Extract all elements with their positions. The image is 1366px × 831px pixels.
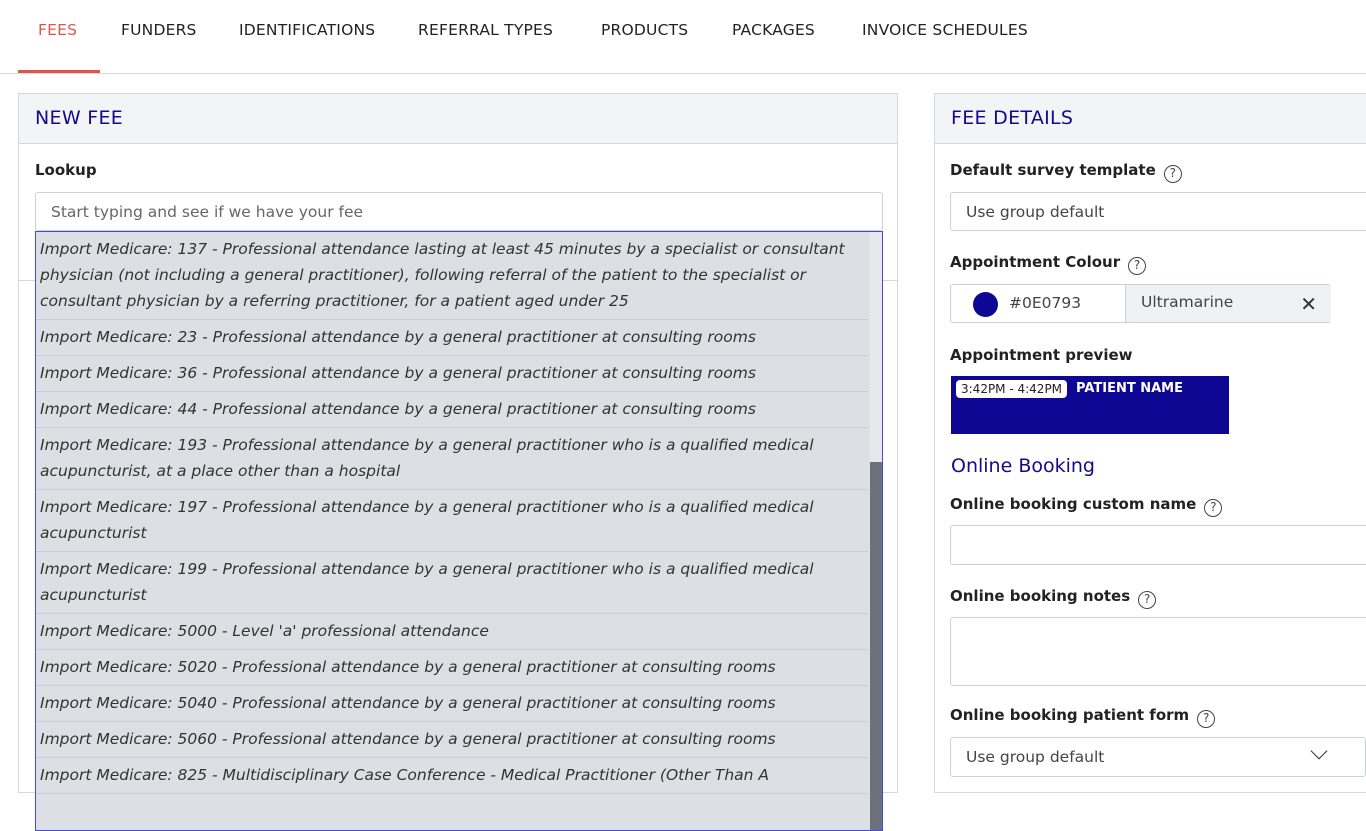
tab-bar: FEES FUNDERS IDENTIFICATIONS REFERRAL TY…	[0, 0, 1366, 74]
preview-patient-name: PATIENT NAME	[1076, 381, 1184, 396]
online-booking-title: Online Booking	[951, 455, 1095, 477]
online-booking-notes-textarea[interactable]	[950, 617, 1366, 686]
appointment-preview-label: Appointment preview	[950, 346, 1133, 364]
help-icon[interactable]: ?	[1128, 257, 1147, 275]
patient-form-label-text: Online booking patient form	[950, 706, 1190, 724]
fee-details-title: FEE DETAILS	[935, 94, 1366, 144]
online-booking-custom-name-input[interactable]	[950, 525, 1366, 565]
close-icon[interactable]: ✕	[1300, 292, 1317, 316]
lookup-label: Lookup	[35, 161, 97, 179]
active-tab-indicator	[18, 70, 100, 73]
lookup-placeholder: Start typing and see if we have your fee	[51, 202, 364, 221]
lookup-result-item[interactable]: Import Medicare: 5000 - Level 'a' profes…	[36, 614, 868, 650]
tab-referral-types[interactable]: REFERRAL TYPES	[418, 0, 553, 73]
help-icon[interactable]: ?	[1197, 710, 1216, 728]
appointment-colour-picker[interactable]: #0E0793 Ultramarine ✕	[950, 284, 1331, 323]
colour-name-field: Ultramarine ✕	[1125, 285, 1331, 322]
notes-label-text: Online booking notes	[950, 587, 1131, 605]
help-icon[interactable]: ?	[1204, 499, 1223, 517]
appointment-preview: 3:42PM - 4:42PM PATIENT NAME	[951, 376, 1229, 434]
lookup-result-item[interactable]: Import Medicare: 5060 - Professional att…	[36, 722, 868, 758]
scrollbar-thumb[interactable]	[870, 462, 882, 830]
appointment-colour-label-text: Appointment Colour	[950, 253, 1121, 271]
tab-identifications[interactable]: IDENTIFICATIONS	[239, 0, 375, 73]
online-booking-notes-label: Online booking notes?	[950, 587, 1157, 609]
custom-name-label-text: Online booking custom name	[950, 495, 1197, 513]
help-icon[interactable]: ?	[1138, 591, 1157, 609]
fee-details-panel: FEE DETAILS Default survey template? Use…	[934, 93, 1366, 793]
patient-form-value: Use group default	[966, 748, 1105, 766]
survey-template-label-text: Default survey template	[950, 161, 1156, 179]
tab-funders[interactable]: FUNDERS	[121, 0, 197, 73]
tab-packages[interactable]: PACKAGES	[732, 0, 815, 73]
lookup-result-item[interactable]: Import Medicare: 197 - Professional atte…	[36, 490, 868, 552]
colour-swatch[interactable]	[973, 292, 998, 317]
preview-time: 3:42PM - 4:42PM	[956, 380, 1068, 398]
lookup-result-item[interactable]: Import Medicare: 44 - Professional atten…	[36, 392, 868, 428]
lookup-result-item[interactable]: Import Medicare: 36 - Professional atten…	[36, 356, 868, 392]
online-booking-custom-name-label: Online booking custom name?	[950, 495, 1223, 517]
tab-invoice-schedules[interactable]: INVOICE SCHEDULES	[862, 0, 1028, 73]
tab-fees[interactable]: FEES	[38, 0, 77, 73]
tab-products[interactable]: PRODUCTS	[601, 0, 688, 73]
lookup-result-item[interactable]: Import Medicare: 137 - Professional atte…	[36, 232, 868, 320]
colour-hex-value: #0E0793	[1009, 294, 1082, 312]
survey-template-select[interactable]: Use group default	[950, 192, 1366, 231]
lookup-input[interactable]: Start typing and see if we have your fee	[35, 192, 883, 231]
lookup-result-item[interactable]: Import Medicare: 199 - Professional atte…	[36, 552, 868, 614]
scrollbar[interactable]	[870, 232, 882, 830]
lookup-results-list: Import Medicare: 137 - Professional atte…	[35, 231, 883, 831]
lookup-result-item[interactable]: Import Medicare: 825 - Multidisciplinary…	[36, 758, 868, 794]
online-booking-patient-form-label: Online booking patient form?	[950, 706, 1216, 728]
lookup-result-item[interactable]: Import Medicare: 5040 - Professional att…	[36, 686, 868, 722]
appointment-colour-label: Appointment Colour?	[950, 253, 1147, 275]
online-booking-patient-form-select[interactable]: Use group default	[950, 737, 1366, 777]
new-fee-title: NEW FEE	[19, 94, 897, 144]
help-icon[interactable]: ?	[1163, 165, 1182, 183]
survey-template-label: Default survey template?	[950, 161, 1182, 183]
lookup-result-item[interactable]: Import Medicare: 193 - Professional atte…	[36, 428, 868, 490]
chevron-down-icon[interactable]	[1310, 742, 1328, 760]
colour-name-value: Ultramarine	[1141, 293, 1234, 311]
lookup-result-item[interactable]: Import Medicare: 5020 - Professional att…	[36, 650, 868, 686]
lookup-result-item[interactable]: Import Medicare: 23 - Professional atten…	[36, 320, 868, 356]
survey-template-value: Use group default	[966, 202, 1105, 221]
new-fee-panel: NEW FEE Lookup Start typing and see if w…	[18, 93, 898, 831]
